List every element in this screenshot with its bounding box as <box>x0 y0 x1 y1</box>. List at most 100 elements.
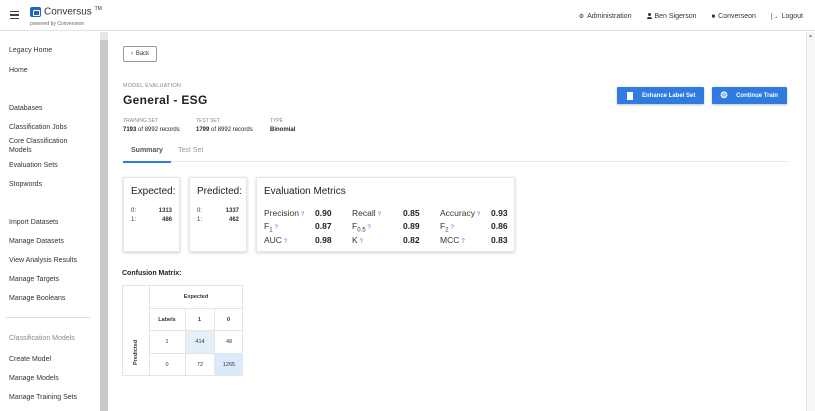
predicted-title: Predicted: <box>197 186 243 197</box>
sidebar-item-view-analysis-results[interactable]: View Analysis Results <box>9 256 77 265</box>
nav-user[interactable]: Ben Sigerson <box>646 13 697 20</box>
logout-icon: [→ <box>770 14 779 20</box>
sidebar-item-manage-models[interactable]: Manage Models <box>9 374 59 383</box>
help-icon[interactable]: ? <box>301 212 304 218</box>
cm-expected-header: Expected <box>183 294 209 300</box>
sidebar-scrollbar[interactable] <box>100 32 108 411</box>
mcc-text: MCC <box>440 235 460 245</box>
help-icon[interactable]: ? <box>275 225 278 231</box>
top-bar: Conversus TM powered by Converseon ⚙ Admi… <box>0 0 815 31</box>
help-icon[interactable]: ? <box>368 225 371 231</box>
nav-logout[interactable]: [→ Logout <box>771 13 803 20</box>
metric-accuracy-label: Accuracy? <box>440 208 480 218</box>
expected-value-1-text: 486 <box>161 217 172 223</box>
auc-text: AUC <box>264 235 282 245</box>
predicted-card: Predicted: 0: 1337 1: 462 <box>189 177 247 252</box>
metric-auc-label: AUC? <box>264 235 287 245</box>
metrics-title: Evaluation Metrics <box>264 186 346 197</box>
nav-administration[interactable]: ⚙ Administration <box>579 13 632 20</box>
page-eyebrow: MODEL EVALUATION <box>123 83 182 89</box>
sidebar-item-stopwords[interactable]: Stopwords <box>9 180 42 189</box>
gear-icon: ⚙ <box>720 90 729 100</box>
continue-label: Continue Train <box>736 92 779 99</box>
accuracy-text: Accuracy <box>440 208 475 218</box>
help-icon[interactable]: ? <box>360 239 363 245</box>
confusion-matrix-title: Confusion Matrix: <box>122 270 182 277</box>
nav-organization[interactable]: ■ Converseon <box>712 13 756 20</box>
trademark: TM <box>94 6 102 12</box>
test-rest: of 8992 records <box>211 127 253 133</box>
expected-value-0: 1313 <box>159 208 172 214</box>
sidebar-item-core-classification-models[interactable]: Core Classification Models <box>9 137 89 155</box>
nav-organization-label: Converseon <box>718 13 756 20</box>
document-icon <box>627 91 633 100</box>
expected-value-0-text: 1313 <box>158 208 172 214</box>
main-content: ‹ Back MODEL EVALUATION General - ESG Enh… <box>108 32 806 411</box>
sidebar-item-manage-training-sets[interactable]: Manage Training Sets <box>9 393 77 402</box>
back-label: Back <box>135 51 150 57</box>
page-title: General - ESG <box>123 93 208 107</box>
predicted-key-0: 0: <box>197 208 203 214</box>
cm-cell-tp: 414 <box>186 331 214 353</box>
nav-administration-label: Administration <box>587 13 632 20</box>
cm-predicted-label: Predicted <box>133 339 139 365</box>
predicted-key-1: 1: <box>197 217 203 223</box>
gear-icon: ⚙ <box>578 14 585 20</box>
main-scrollbar[interactable] <box>806 32 815 411</box>
expected-card: Expected: 0: 1313 1: 486 <box>123 177 180 252</box>
sidebar-item-manage-targets[interactable]: Manage Targets <box>9 275 59 284</box>
metric-kappa-label: K? <box>352 235 363 245</box>
continue-train-button[interactable]: ⚙ Continue Train <box>712 87 787 104</box>
expected-key-0: 0: <box>131 208 137 214</box>
enhance-label-set-button[interactable]: Enhance Label Set <box>617 87 704 104</box>
expected-title: Expected: <box>131 186 176 197</box>
help-icon[interactable]: ? <box>477 212 480 218</box>
cm-labels-header: Labels <box>158 316 176 323</box>
training-rest: of 8992 records <box>138 127 180 133</box>
tab-summary[interactable]: Summary <box>123 147 171 163</box>
metric-recall-value: 0.85 <box>403 208 420 218</box>
sidebar-item-home[interactable]: Home <box>9 66 28 75</box>
kappa-text: K <box>352 235 358 245</box>
type-meta: TYPE Binomial <box>270 118 295 133</box>
nav-logout-label: Logout <box>781 13 803 20</box>
user-icon <box>646 13 652 19</box>
sidebar-divider <box>6 317 90 318</box>
sidebar-item-import-datasets[interactable]: Import Datasets <box>9 218 58 227</box>
nav-user-label: Ben Sigerson <box>654 13 697 20</box>
sidebar-item-databases[interactable]: Databases <box>9 104 42 113</box>
training-set-label: TRAINING SET <box>123 118 159 124</box>
sidebar-item-classification-jobs[interactable]: Classification Jobs <box>9 123 67 132</box>
metric-f1-label: F1? <box>264 221 278 234</box>
metric-mcc-label: MCC? <box>440 235 465 245</box>
chevron-left-icon: ‹ <box>130 51 133 57</box>
metric-precision-label: Precision? <box>264 208 304 218</box>
metric-f2-value: 0.86 <box>491 221 508 231</box>
hamburger-menu-icon[interactable] <box>10 11 19 19</box>
help-icon[interactable]: ? <box>461 239 464 245</box>
f1-sub: 1 <box>269 227 273 234</box>
brand-name[interactable]: Conversus TM <box>44 6 102 17</box>
cm-cell-fn: 72 <box>196 362 204 368</box>
conversus-logo-icon <box>30 7 41 17</box>
sidebar-item-manage-datasets[interactable]: Manage Datasets <box>9 237 64 246</box>
cm-row-0: 0 <box>165 362 169 368</box>
predicted-value-0: 1337 <box>226 208 239 214</box>
sidebar-item-legacy-home[interactable]: Legacy Home <box>9 46 52 55</box>
metric-f05-value: 0.89 <box>403 221 420 231</box>
help-icon[interactable]: ? <box>284 239 287 245</box>
sidebar-item-evaluation-sets[interactable]: Evaluation Sets <box>9 161 58 170</box>
sidebar: Legacy Home Home Databases Classificatio… <box>0 32 100 411</box>
expected-value-1: 486 <box>162 217 172 223</box>
recall-text: Recall <box>352 208 376 218</box>
sidebar-section-classification-models: Classification Models <box>9 335 75 342</box>
predicted-value-0-text: 1337 <box>225 208 239 214</box>
sidebar-item-create-model[interactable]: Create Model <box>9 355 51 364</box>
tab-test-set[interactable]: Test Set <box>178 147 203 154</box>
help-icon[interactable]: ? <box>451 225 454 231</box>
back-button[interactable]: ‹ Back <box>123 46 157 62</box>
metric-f1-value: 0.87 <box>315 221 332 231</box>
help-icon[interactable]: ? <box>378 212 381 218</box>
top-nav: ⚙ Administration Ben Sigerson ■ Converseon… <box>579 13 803 20</box>
sidebar-item-manage-booleans[interactable]: Manage Booleans <box>9 294 65 303</box>
